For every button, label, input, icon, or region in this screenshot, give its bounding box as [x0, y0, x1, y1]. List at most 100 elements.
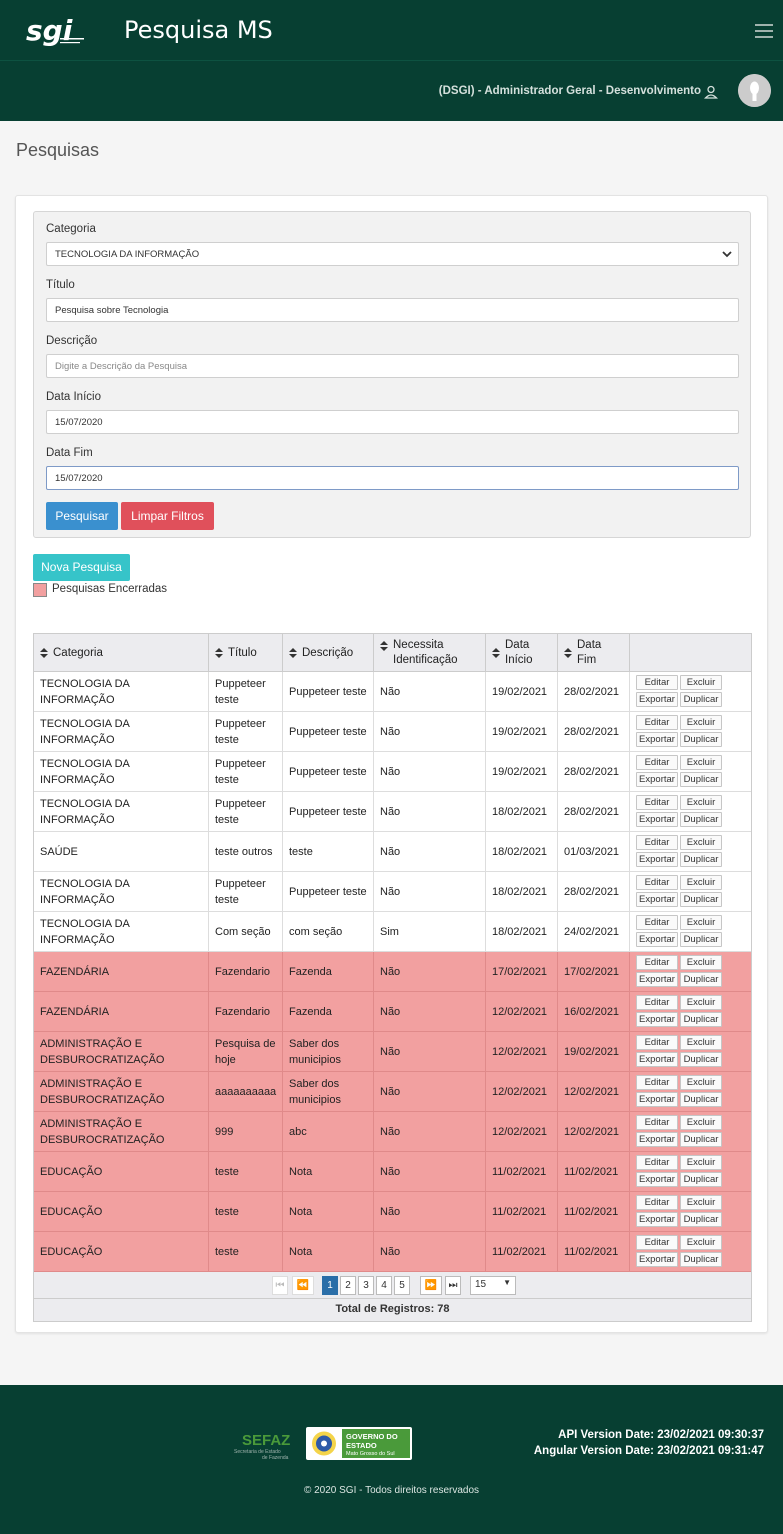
export-button[interactable]: Exportar — [636, 892, 678, 907]
export-button[interactable]: Exportar — [636, 772, 678, 787]
export-button[interactable]: Exportar — [636, 1052, 678, 1067]
sgi-logo[interactable]: sgi — [26, 12, 86, 48]
edit-button[interactable]: Editar — [636, 915, 678, 930]
export-button[interactable]: Exportar — [636, 1252, 678, 1267]
clear-filters-button[interactable]: Limpar Filtros — [121, 502, 214, 530]
col-identificacao[interactable]: Necessita Identificação — [374, 634, 486, 672]
description-input[interactable]: Digite a Descrição da Pesquisa — [46, 354, 739, 378]
col-data-inicio-label: Data Início — [505, 639, 533, 666]
edit-button[interactable]: Editar — [636, 755, 678, 770]
next-page-button[interactable]: ⏩ — [420, 1276, 442, 1295]
export-button[interactable]: Exportar — [636, 852, 678, 867]
export-button[interactable]: Exportar — [636, 732, 678, 747]
export-button[interactable]: Exportar — [636, 972, 678, 987]
edit-button[interactable]: Editar — [636, 715, 678, 730]
avatar[interactable] — [738, 74, 771, 107]
duplicate-button[interactable]: Duplicar — [680, 1012, 722, 1027]
page-button[interactable]: 4 — [376, 1276, 392, 1295]
duplicate-button[interactable]: Duplicar — [680, 852, 722, 867]
duplicate-button[interactable]: Duplicar — [680, 972, 722, 987]
duplicate-button[interactable]: Duplicar — [680, 1252, 722, 1267]
edit-button[interactable]: Editar — [636, 995, 678, 1010]
page-button[interactable]: 5 — [394, 1276, 410, 1295]
delete-button[interactable]: Excluir — [680, 795, 722, 810]
user-icon[interactable] — [704, 85, 718, 99]
duplicate-button[interactable]: Duplicar — [680, 812, 722, 827]
export-button[interactable]: Exportar — [636, 1092, 678, 1107]
prev-page-button[interactable]: ⏪ — [292, 1276, 314, 1295]
start-date-input[interactable]: 15/07/2020 — [46, 410, 739, 434]
delete-button[interactable]: Excluir — [680, 875, 722, 890]
menu-icon[interactable] — [755, 24, 773, 38]
col-descricao[interactable]: Descrição — [283, 634, 374, 672]
delete-button[interactable]: Excluir — [680, 675, 722, 690]
duplicate-button[interactable]: Duplicar — [680, 1212, 722, 1227]
delete-button[interactable]: Excluir — [680, 835, 722, 850]
cell-ident: Não — [374, 712, 486, 752]
user-bar: (DSGI) - Administrador Geral - Desenvolv… — [0, 60, 783, 121]
row-actions: Editar Excluir Exportar Duplicar — [636, 835, 726, 869]
cell-inicio: 12/02/2021 — [486, 1072, 558, 1112]
col-data-inicio[interactable]: Data Início — [486, 634, 558, 672]
duplicate-button[interactable]: Duplicar — [680, 1092, 722, 1107]
delete-button[interactable]: Excluir — [680, 1235, 722, 1250]
export-button[interactable]: Exportar — [636, 1012, 678, 1027]
edit-button[interactable]: Editar — [636, 1155, 678, 1170]
page-button[interactable]: 1 — [322, 1276, 338, 1295]
duplicate-button[interactable]: Duplicar — [680, 772, 722, 787]
delete-button[interactable]: Excluir — [680, 915, 722, 930]
user-name[interactable]: (DSGI) - Administrador Geral - Desenvolv… — [439, 85, 701, 97]
col-data-fim[interactable]: Data Fim — [558, 634, 630, 672]
delete-button[interactable]: Excluir — [680, 995, 722, 1010]
duplicate-button[interactable]: Duplicar — [680, 1052, 722, 1067]
delete-button[interactable]: Excluir — [680, 1075, 722, 1090]
first-page-button[interactable]: ⏮ — [272, 1276, 288, 1295]
closed-legend-label: Pesquisas Encerradas — [52, 583, 168, 595]
duplicate-button[interactable]: Duplicar — [680, 892, 722, 907]
end-date-input[interactable]: 15/07/2020 — [46, 466, 739, 490]
duplicate-button[interactable]: Duplicar — [680, 692, 722, 707]
edit-button[interactable]: Editar — [636, 1235, 678, 1250]
col-titulo[interactable]: Título — [209, 634, 283, 672]
title-input[interactable]: Pesquisa sobre Tecnologia — [46, 298, 739, 322]
duplicate-button[interactable]: Duplicar — [680, 732, 722, 747]
duplicate-button[interactable]: Duplicar — [680, 1172, 722, 1187]
cell-descricao: Saber dos municipios — [283, 1032, 374, 1072]
edit-button[interactable]: Editar — [636, 1115, 678, 1130]
last-page-button[interactable]: ⏭ — [445, 1276, 461, 1295]
edit-button[interactable]: Editar — [636, 875, 678, 890]
delete-button[interactable]: Excluir — [680, 1115, 722, 1130]
page-size-select[interactable]: 15 ▼ — [470, 1276, 516, 1295]
page-button[interactable]: 2 — [340, 1276, 356, 1295]
edit-button[interactable]: Editar — [636, 955, 678, 970]
delete-button[interactable]: Excluir — [680, 1195, 722, 1210]
page-button[interactable]: 3 — [358, 1276, 374, 1295]
cell-descricao: Puppeteer teste — [283, 712, 374, 752]
export-button[interactable]: Exportar — [636, 1212, 678, 1227]
category-select[interactable]: TECNOLOGIA DA INFORMAÇÃO — [46, 242, 739, 266]
delete-button[interactable]: Excluir — [680, 715, 722, 730]
edit-button[interactable]: Editar — [636, 1075, 678, 1090]
export-button[interactable]: Exportar — [636, 1132, 678, 1147]
end-date-label: Data Fim — [46, 447, 93, 459]
edit-button[interactable]: Editar — [636, 1035, 678, 1050]
search-button[interactable]: Pesquisar — [46, 502, 118, 530]
delete-button[interactable]: Excluir — [680, 1155, 722, 1170]
col-categoria[interactable]: Categoria — [34, 634, 209, 672]
export-button[interactable]: Exportar — [636, 812, 678, 827]
edit-button[interactable]: Editar — [636, 795, 678, 810]
edit-button[interactable]: Editar — [636, 675, 678, 690]
export-button[interactable]: Exportar — [636, 692, 678, 707]
angular-version: Angular Version Date: 23/02/2021 09:31:4… — [533, 1445, 764, 1457]
col-data-fim-label: Data Fim — [577, 639, 602, 666]
export-button[interactable]: Exportar — [636, 932, 678, 947]
duplicate-button[interactable]: Duplicar — [680, 1132, 722, 1147]
new-survey-button[interactable]: Nova Pesquisa — [33, 554, 130, 581]
delete-button[interactable]: Excluir — [680, 755, 722, 770]
delete-button[interactable]: Excluir — [680, 1035, 722, 1050]
export-button[interactable]: Exportar — [636, 1172, 678, 1187]
duplicate-button[interactable]: Duplicar — [680, 932, 722, 947]
edit-button[interactable]: Editar — [636, 835, 678, 850]
edit-button[interactable]: Editar — [636, 1195, 678, 1210]
delete-button[interactable]: Excluir — [680, 955, 722, 970]
